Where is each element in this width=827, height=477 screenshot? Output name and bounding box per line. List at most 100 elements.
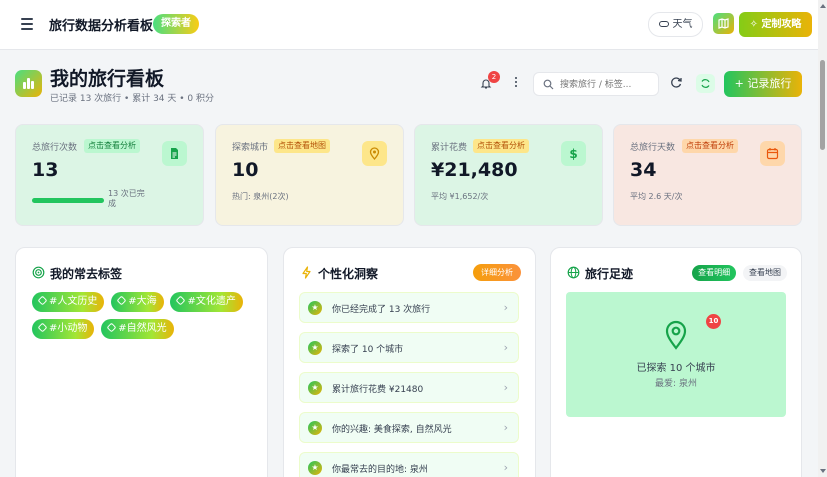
tag-icon: [116, 295, 127, 306]
tag-label: #文化遗产: [187, 296, 236, 307]
stat-sub: 热门: 泉州(2次): [232, 192, 289, 201]
search-box[interactable]: [533, 72, 659, 96]
cloud-icon: [658, 21, 669, 27]
star-icon: ★: [308, 301, 322, 315]
tag-list: #人文历史 #大海 #文化遗产 #小动物 #自然风光: [32, 292, 252, 346]
scroll-thumb[interactable]: [820, 60, 825, 150]
record-trip-button[interactable]: + 记录旅行: [724, 71, 802, 97]
stat-value: 34: [630, 159, 657, 181]
insights-panel: 个性化洞察 详细分析 ★ 你已经完成了 13 次旅行 › ★ 探索了 10 个城…: [283, 247, 536, 477]
calendar-icon: [760, 141, 785, 166]
chevron-right-icon: ›: [503, 421, 508, 434]
tag-pill[interactable]: #自然风光: [101, 319, 174, 339]
tab-details[interactable]: 查看明细: [692, 265, 737, 281]
panel-title: 个性化洞察: [318, 267, 379, 281]
tag-label: #小动物: [49, 323, 88, 334]
menu-icon[interactable]: [19, 16, 35, 32]
scroll-down-icon[interactable]: [820, 469, 826, 473]
tag-icon: [37, 322, 48, 333]
insight-item[interactable]: ★ 你已经完成了 13 次旅行 ›: [299, 292, 519, 323]
globe-icon: [567, 266, 580, 279]
location-pin-icon: [665, 320, 687, 350]
progress-label: 13 次已完成: [108, 189, 145, 208]
stat-label: 总旅行次数: [32, 143, 78, 153]
tags-panel: 我的常去标签 #人文历史 #大海 #文化遗产 #小动物 #自然风光: [15, 247, 268, 477]
stat-tag[interactable]: 点击查看分析: [84, 139, 140, 153]
stat-label: 总旅行天数: [630, 143, 676, 153]
insight-item[interactable]: ★ 你最常去的目的地: 泉州 ›: [299, 452, 519, 477]
tab-map[interactable]: 查看地图: [743, 265, 787, 281]
tag-icon: [37, 295, 48, 306]
sparkle-icon: ✧: [749, 19, 762, 30]
stat-tag[interactable]: 点击查看地图: [274, 139, 330, 153]
target-icon: [32, 266, 45, 279]
footprint-panel: 旅行足迹 查看明细 查看地图 10 已探索 10 个城市 最爱: 泉州: [550, 247, 802, 477]
insight-text: 探索了 10 个城市: [332, 345, 404, 355]
chart-logo-icon: [15, 70, 42, 97]
star-icon: ★: [308, 421, 322, 435]
more-options-icon[interactable]: [514, 77, 518, 89]
tag-label: #人文历史: [49, 296, 98, 307]
explored-cities-text: 已探索 10 个城市: [636, 363, 716, 374]
weather-label: 天气: [672, 19, 693, 30]
stat-sub: 平均 2.6 天/次: [630, 192, 683, 201]
tag-label: #大海: [128, 296, 157, 307]
stat-value: 13: [32, 159, 59, 181]
search-input[interactable]: [560, 77, 654, 93]
stat-label: 探索城市: [232, 143, 269, 153]
city-count-badge: 10: [706, 314, 721, 329]
tag-pill[interactable]: #文化遗产: [170, 292, 243, 312]
sync-button[interactable]: [696, 74, 715, 93]
location-icon: [362, 141, 387, 166]
tag-label: #自然风光: [118, 323, 167, 334]
map-icon: [718, 18, 729, 29]
progress-bar: [32, 198, 104, 203]
chevron-right-icon: ›: [503, 341, 508, 354]
insight-text: 你的兴趣: 美食探索, 自然风光: [332, 425, 452, 435]
chevron-right-icon: ›: [503, 461, 508, 474]
stat-card-spending[interactable]: 累计花费 点击查看分析 ¥21,480 平均 ¥1,652/次 $: [414, 124, 603, 226]
map-toggle-button[interactable]: [713, 13, 734, 34]
stat-sub: 平均 ¥1,652/次: [431, 192, 489, 201]
page-scrollbar[interactable]: [818, 0, 827, 477]
custom-guide-button[interactable]: ✧ 定制攻略: [739, 12, 812, 37]
page-subtitle: 已记录 13 次旅行 • 累计 34 天 • 0 积分: [50, 94, 214, 104]
insight-text: 累计旅行花费 ¥21480: [332, 385, 424, 395]
top-bar: 旅行数据分析看板 探索者 天气 ✧ 定制攻略: [0, 0, 818, 50]
insight-text: 你最常去的目的地: 泉州: [332, 465, 428, 475]
insight-item[interactable]: ★ 累计旅行花费 ¥21480 ›: [299, 372, 519, 403]
sync-icon: [701, 79, 710, 88]
tag-icon: [106, 322, 117, 333]
insight-item[interactable]: ★ 你的兴趣: 美食探索, 自然风光 ›: [299, 412, 519, 443]
stat-label: 累计花费: [431, 143, 468, 153]
level-badge: 探索者: [153, 14, 199, 34]
stat-tag[interactable]: 点击查看分析: [682, 139, 738, 153]
insight-item[interactable]: ★ 探索了 10 个城市 ›: [299, 332, 519, 363]
search-icon: [543, 79, 554, 90]
stat-card-days[interactable]: 总旅行天数 点击查看分析 34 平均 2.6 天/次: [613, 124, 802, 226]
page-title: 我的旅行看板: [50, 68, 165, 90]
notification-badge: 2: [488, 71, 500, 83]
detailed-analysis-button[interactable]: 详细分析: [473, 264, 521, 281]
weather-button[interactable]: 天气: [648, 12, 703, 37]
custom-guide-label: 定制攻略: [761, 19, 802, 30]
svg-text:$: $: [569, 147, 577, 160]
tag-pill[interactable]: #人文历史: [32, 292, 105, 312]
refresh-icon[interactable]: [670, 76, 683, 89]
scroll-up-icon[interactable]: [820, 4, 826, 8]
star-icon: ★: [308, 461, 322, 475]
tag-pill[interactable]: #小动物: [32, 319, 95, 339]
chevron-right-icon: ›: [503, 301, 508, 314]
stat-card-cities[interactable]: 探索城市 点击查看地图 10 热门: 泉州(2次): [215, 124, 404, 226]
progress-fill: [32, 198, 104, 203]
app-title: 旅行数据分析看板: [49, 19, 154, 34]
footprint-map[interactable]: 10 已探索 10 个城市 最爱: 泉州: [566, 292, 786, 417]
tag-pill[interactable]: #大海: [111, 292, 164, 312]
stat-tag[interactable]: 点击查看分析: [473, 139, 529, 153]
favorite-city-text: 最爱: 泉州: [655, 379, 697, 389]
star-icon: ★: [308, 381, 322, 395]
star-icon: ★: [308, 341, 322, 355]
lightning-icon: [302, 266, 311, 279]
stat-card-trips[interactable]: 总旅行次数 点击查看分析 13 13 次已完成: [15, 124, 204, 226]
panel-title: 我的常去标签: [50, 267, 123, 281]
